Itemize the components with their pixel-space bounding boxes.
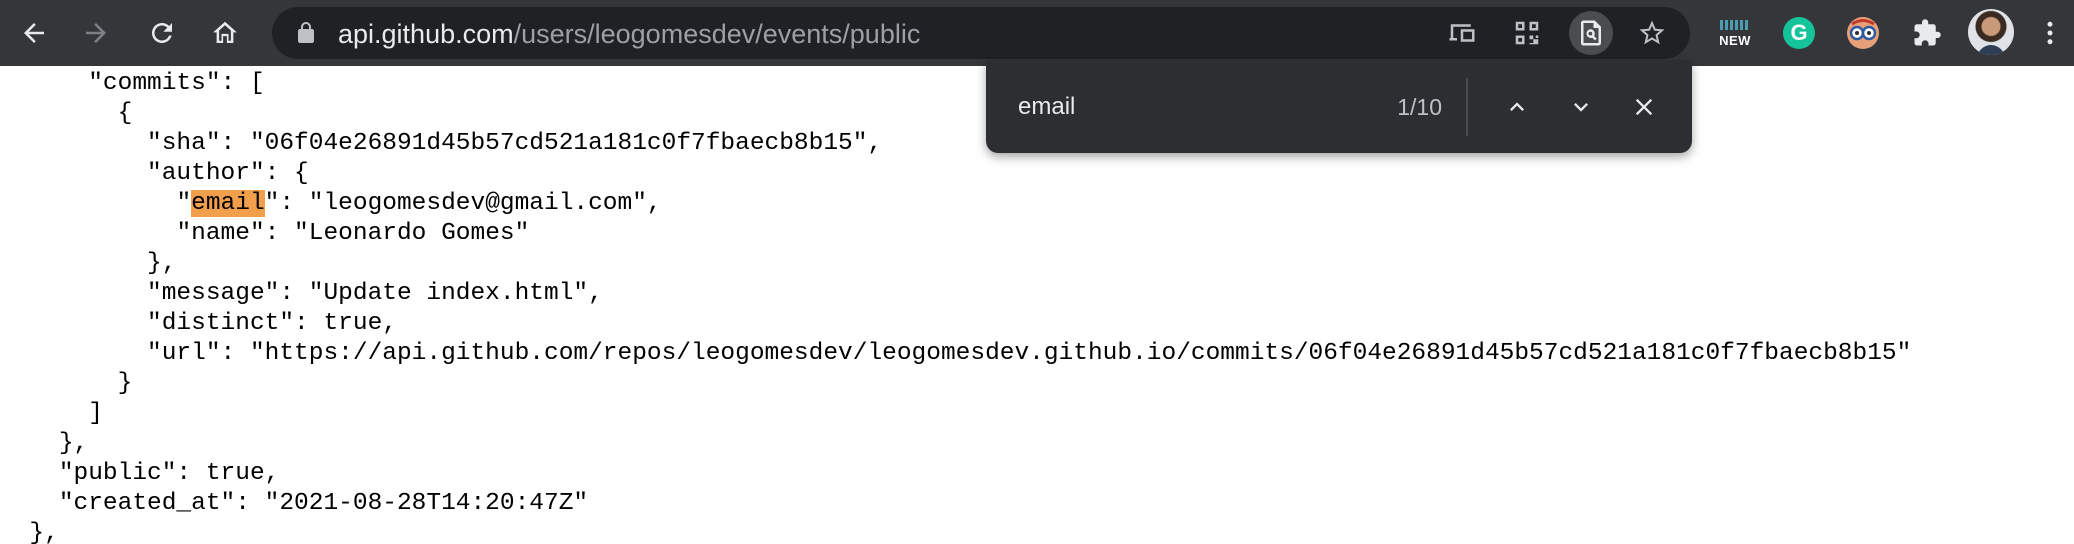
json-line: }, bbox=[29, 520, 59, 544]
new-extension-button[interactable]: NEW bbox=[1713, 11, 1757, 55]
find-close-button[interactable] bbox=[1622, 85, 1666, 129]
chevron-up-icon bbox=[1510, 102, 1524, 111]
find-in-page-button[interactable] bbox=[1569, 11, 1613, 55]
browser-toolbar: api.github.com/users/leogomesdev/events/… bbox=[0, 0, 2074, 66]
address-bar[interactable]: api.github.com/users/leogomesdev/events/… bbox=[272, 7, 1690, 59]
chevron-down-icon bbox=[1574, 103, 1588, 112]
json-line: "distinct": true, bbox=[147, 310, 397, 337]
grammarly-extension-button[interactable]: G bbox=[1777, 11, 1821, 55]
find-next-button[interactable] bbox=[1559, 85, 1603, 129]
cast-button[interactable] bbox=[1440, 11, 1484, 55]
url-path: /users/leogomesdev/events/public bbox=[513, 19, 921, 49]
new-extension-label: NEW bbox=[1719, 33, 1751, 48]
browser-menu-button[interactable] bbox=[2030, 11, 2070, 55]
reload-icon bbox=[152, 23, 172, 43]
json-line: "message": "Update index.html", bbox=[147, 280, 603, 307]
json-line: "author": { bbox=[147, 160, 309, 187]
qr-code-button[interactable] bbox=[1505, 11, 1549, 55]
find-bar: 1/10 bbox=[986, 60, 1692, 153]
profile-avatar[interactable] bbox=[1968, 9, 2014, 55]
find-in-page-icon bbox=[1581, 20, 1601, 46]
home-button[interactable] bbox=[203, 11, 247, 55]
bookmark-button[interactable] bbox=[1630, 11, 1674, 55]
grammarly-icon: G bbox=[1783, 17, 1815, 49]
puzzle-icon bbox=[1914, 19, 1941, 46]
json-line: "public": true, bbox=[58, 460, 280, 487]
arrow-left-icon bbox=[24, 23, 44, 43]
json-line: }, bbox=[147, 250, 177, 277]
find-match-count: 1/10 bbox=[1397, 94, 1442, 120]
find-previous-button[interactable] bbox=[1495, 85, 1539, 129]
home-icon bbox=[213, 21, 237, 43]
star-icon bbox=[1639, 20, 1665, 45]
reload-button[interactable] bbox=[140, 11, 184, 55]
json-line: }, bbox=[58, 430, 89, 457]
json-line: ] bbox=[88, 400, 103, 427]
extensions-button[interactable] bbox=[1905, 11, 1949, 55]
json-line: "url": "https://api.github.com/repos/leo… bbox=[147, 340, 1912, 367]
url-text: api.github.com/users/leogomesdev/events/… bbox=[338, 19, 920, 49]
json-line: "created_at": "2021-08-28T14:20:47Z" bbox=[58, 490, 589, 517]
glasses-extension-icon bbox=[1847, 17, 1879, 49]
lock-icon[interactable] bbox=[294, 21, 318, 45]
json-line: "commits": [ bbox=[88, 70, 265, 97]
qr-code-icon bbox=[1515, 21, 1539, 45]
json-line: "name": "Leonardo Gomes" bbox=[176, 220, 530, 247]
url-host: api.github.com bbox=[338, 19, 514, 49]
close-icon bbox=[1635, 98, 1653, 116]
json-line: "sha": "06f04e26891d45b57cd521a181c0f7fb… bbox=[147, 130, 883, 157]
glasses-extension-button[interactable] bbox=[1841, 11, 1885, 55]
back-button[interactable] bbox=[12, 11, 56, 55]
forward-button[interactable] bbox=[74, 11, 118, 55]
kebab-menu-icon bbox=[2047, 21, 2053, 45]
new-extension-icon: NEW bbox=[1718, 18, 1752, 48]
find-input[interactable] bbox=[1018, 90, 1318, 124]
cast-icon bbox=[1449, 24, 1475, 42]
json-line: } bbox=[117, 370, 133, 397]
json-line-email: "email": "leogomesdev@gmail.com", bbox=[176, 190, 662, 217]
find-match-highlight: email bbox=[191, 190, 265, 217]
find-bar-divider bbox=[1466, 78, 1468, 136]
arrow-right-icon bbox=[86, 23, 106, 43]
json-line: { bbox=[117, 100, 133, 127]
